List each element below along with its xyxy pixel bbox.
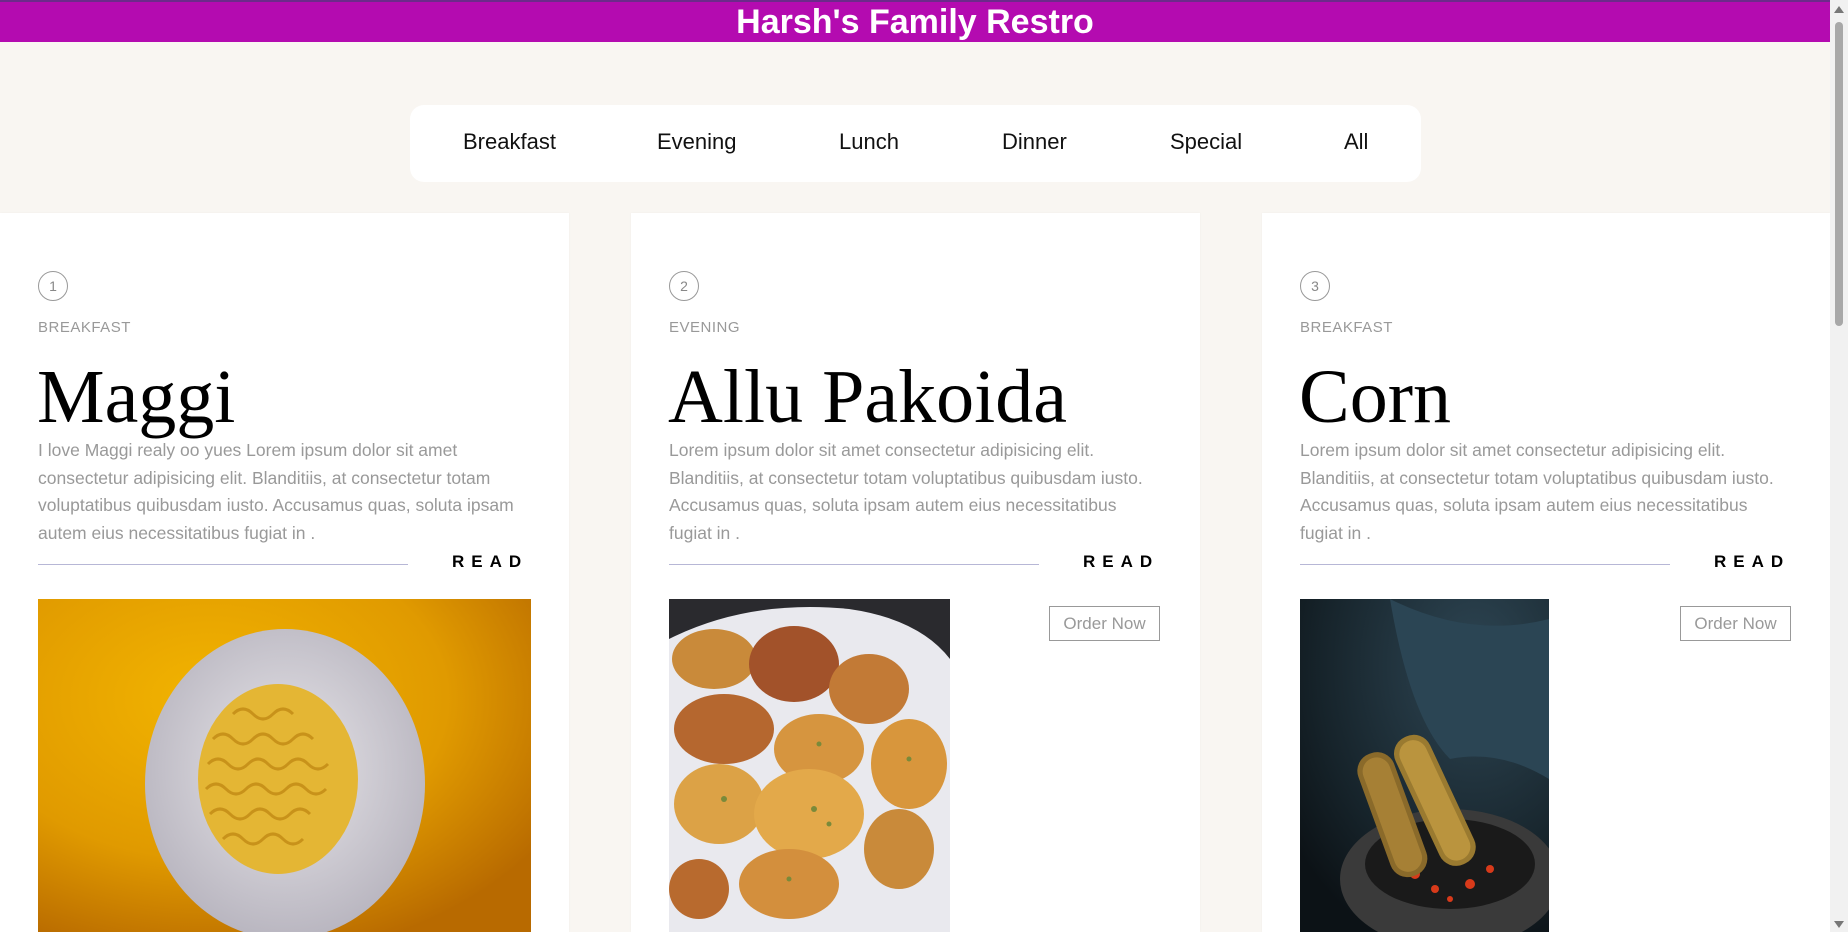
card-divider	[1300, 564, 1670, 565]
order-now-button[interactable]: Order Now	[1680, 606, 1791, 641]
order-now-button[interactable]: Order Now	[1049, 606, 1160, 641]
card-number: 3	[1300, 271, 1330, 301]
menu-card-allu-pakoida: 2 EVENING Allu Pakoida Lorem ipsum dolor…	[631, 213, 1200, 932]
card-category: EVENING	[669, 319, 741, 336]
card-number: 1	[38, 271, 68, 301]
scroll-up-arrow-icon[interactable]	[1834, 6, 1844, 13]
nav-item-breakfast[interactable]: Breakfast	[463, 129, 556, 155]
card-description: Lorem ipsum dolor sit amet consectetur a…	[669, 440, 1143, 543]
card-divider	[669, 564, 1039, 565]
menu-card-maggi: 1 BREAKFAST Maggi I love Maggi realy oo …	[0, 213, 569, 932]
card-title: Maggi	[37, 355, 236, 439]
nav-item-special[interactable]: Special	[1170, 129, 1242, 155]
card-category: BREAKFAST	[38, 319, 131, 336]
card-description: Lorem ipsum dolor sit amet consectetur a…	[1300, 440, 1774, 543]
card-divider	[38, 564, 408, 565]
scroll-down-arrow-icon[interactable]	[1834, 921, 1844, 928]
nav-item-all[interactable]: All	[1344, 129, 1368, 155]
maggi-noodles-photo	[38, 599, 531, 932]
site-header: Harsh's Family Restro	[0, 0, 1830, 42]
card-title: Allu Pakoida	[668, 355, 1067, 439]
vertical-scrollbar[interactable]	[1830, 0, 1848, 932]
category-nav: Breakfast Evening Lunch Dinner Special A…	[410, 105, 1421, 182]
card-number: 2	[669, 271, 699, 301]
read-button[interactable]: READ	[452, 552, 528, 572]
nav-item-dinner[interactable]: Dinner	[1002, 129, 1067, 155]
menu-card-corn: 3 BREAKFAST Corn Lorem ipsum dolor sit a…	[1262, 213, 1831, 932]
card-title: Corn	[1299, 355, 1451, 439]
card-description: I love Maggi realy oo yues Lorem ipsum d…	[38, 440, 514, 543]
read-button[interactable]: READ	[1083, 552, 1159, 572]
scroll-thumb[interactable]	[1835, 22, 1843, 326]
roasted-corn-photo	[1300, 599, 1549, 932]
read-button[interactable]: READ	[1714, 552, 1790, 572]
pakoda-photo	[669, 599, 950, 932]
site-title: Harsh's Family Restro	[736, 3, 1094, 41]
nav-item-lunch[interactable]: Lunch	[839, 129, 899, 155]
card-category: BREAKFAST	[1300, 319, 1393, 336]
nav-item-evening[interactable]: Evening	[657, 129, 737, 155]
